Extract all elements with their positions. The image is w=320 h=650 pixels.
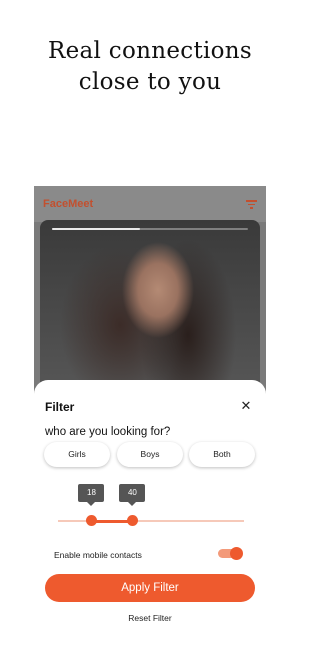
- filter-lines-icon[interactable]: [246, 200, 257, 209]
- headline: Real connections close to you: [0, 36, 300, 98]
- option-girls[interactable]: Girls: [44, 442, 110, 467]
- age-min-thumb[interactable]: [85, 515, 97, 526]
- age-range-slider: 18 40: [34, 480, 266, 530]
- app-bar: FaceMeet: [34, 186, 266, 222]
- age-max-tooltip: 40: [119, 484, 146, 506]
- option-boys[interactable]: Boys: [117, 442, 183, 467]
- age-max-thumb[interactable]: [126, 515, 138, 526]
- apply-filter-button[interactable]: Apply Filter: [45, 574, 255, 602]
- option-both[interactable]: Both: [189, 442, 255, 467]
- mobile-contacts-toggle[interactable]: [218, 547, 243, 560]
- photo-progress-fill: [52, 228, 141, 230]
- looking-for-label: who are you looking for?: [45, 426, 171, 438]
- filter-sheet: Filter ✕ who are you looking for? Girls …: [34, 380, 266, 650]
- toggle-knob: [230, 547, 243, 560]
- reset-filter-link[interactable]: Reset Filter: [34, 613, 266, 623]
- profile-photo[interactable]: [40, 220, 260, 390]
- filter-title: Filter: [45, 400, 75, 414]
- close-icon[interactable]: ✕: [240, 399, 252, 412]
- headline-line-2: close to you: [78, 69, 222, 95]
- app-name: FaceMeet: [43, 198, 94, 210]
- age-min-tooltip: 18: [78, 484, 105, 506]
- mobile-contacts-label: Enable mobile contacts: [54, 550, 142, 560]
- photo-progress-track: [52, 228, 248, 230]
- headline-line-1: Real connections: [47, 38, 253, 64]
